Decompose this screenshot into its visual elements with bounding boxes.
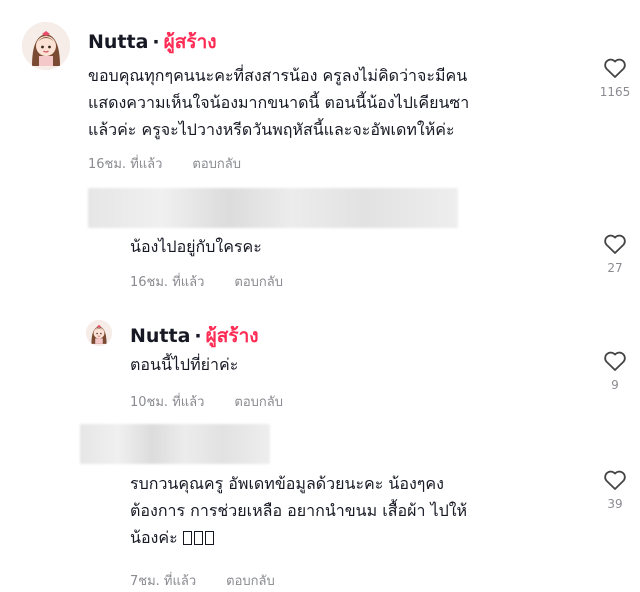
comment-text: ขอบคุณทุกๆคนนะคะที่สงสารน้อง ครูลงไม่คิด…: [88, 62, 469, 143]
heart-outline-icon: [604, 470, 626, 490]
creator-badge: ผู้สร้าง: [205, 325, 259, 347]
comment-time: 10ชม. ที่แล้ว: [130, 395, 205, 410]
comment-text-line: น้องไปอยู่กับใครคะ: [130, 237, 262, 256]
like-button[interactable]: 39: [595, 469, 635, 511]
comment-meta: 10ชม. ที่แล้ว ตอบกลับ: [130, 391, 283, 412]
avatar-illustration: [22, 22, 70, 70]
comment-text-line: ต้องการ การช่วยเหลือ อยากนำขนม เสื้อผ้า …: [130, 501, 468, 520]
like-count: 9: [611, 378, 619, 392]
reply-button[interactable]: ตอบกลับ: [234, 275, 283, 290]
like-count: 27: [607, 261, 623, 275]
heart-outline-icon: [604, 351, 626, 371]
reply-button[interactable]: ตอบกลับ: [192, 157, 241, 172]
author-name[interactable]: Nutta: [88, 31, 148, 53]
like-count: 39: [607, 497, 623, 511]
comment-text-line: แสดงความเห็นใจน้องมากขนาดนี้ ตอนนี้น้องไ…: [88, 93, 470, 112]
comment-author-row: Nutta · ผู้สร้าง: [88, 27, 217, 57]
comment-author-row: Nutta · ผู้สร้าง: [130, 321, 259, 351]
comment-meta: 7ชม. ที่แล้ว ตอบกลับ: [130, 570, 275, 591]
comment-text-line: รบกวนคุณครู อัพเดทข้อมูลด้วยนะคะ น้องๆคง: [130, 474, 444, 493]
comment-time: 16ชม. ที่แล้ว: [130, 275, 205, 290]
heart-outline-icon: [604, 234, 626, 254]
author-name[interactable]: Nutta: [130, 325, 190, 347]
comment-text-fragment: น้องค่ะ: [130, 528, 178, 547]
like-count: 1165: [599, 85, 631, 99]
comment-text-line: ขอบคุณทุกๆคนนะคะที่สงสารน้อง ครูลงไม่คิด…: [88, 66, 468, 85]
comment-meta: 16ชม. ที่แล้ว ตอบกลับ: [130, 271, 283, 292]
comment-text-line-with-emoji: น้องค่ะ: [130, 524, 467, 551]
unrendered-emoji-glyphs: [182, 528, 216, 547]
avatar-illustration: [86, 320, 112, 346]
separator-dot: ·: [194, 325, 202, 347]
heart-outline-icon: [604, 58, 626, 78]
avatar[interactable]: [86, 320, 112, 346]
comment-text: น้องไปอยู่กับใครคะ: [130, 233, 262, 260]
comment-text: รบกวนคุณครู อัพเดทข้อมูลด้วยนะคะ น้องๆคง…: [130, 470, 467, 551]
comment-time: 16ชม. ที่แล้ว: [88, 157, 163, 172]
comment-time: 7ชม. ที่แล้ว: [130, 574, 197, 589]
comment-meta: 16ชม. ที่แล้ว ตอบกลับ: [88, 153, 241, 174]
like-button[interactable]: 1165: [595, 57, 635, 99]
blurred-author: [80, 424, 270, 464]
creator-badge: ผู้สร้าง: [163, 31, 217, 53]
avatar[interactable]: [22, 22, 70, 70]
like-button[interactable]: 9: [595, 350, 635, 392]
comment-text-line: ตอนนี้ไปที่ย่าค่ะ: [130, 355, 239, 374]
separator-dot: ·: [152, 31, 160, 53]
comment-text-line: แล้วค่ะ ครูจะไปวางหรีดวันพฤหัสนี้และจะอั…: [88, 120, 455, 139]
reply-button[interactable]: ตอบกลับ: [226, 574, 275, 589]
like-button[interactable]: 27: [595, 233, 635, 275]
reply-button[interactable]: ตอบกลับ: [234, 395, 283, 410]
comment-text: ตอนนี้ไปที่ย่าค่ะ: [130, 351, 238, 378]
blurred-author: [88, 188, 458, 228]
